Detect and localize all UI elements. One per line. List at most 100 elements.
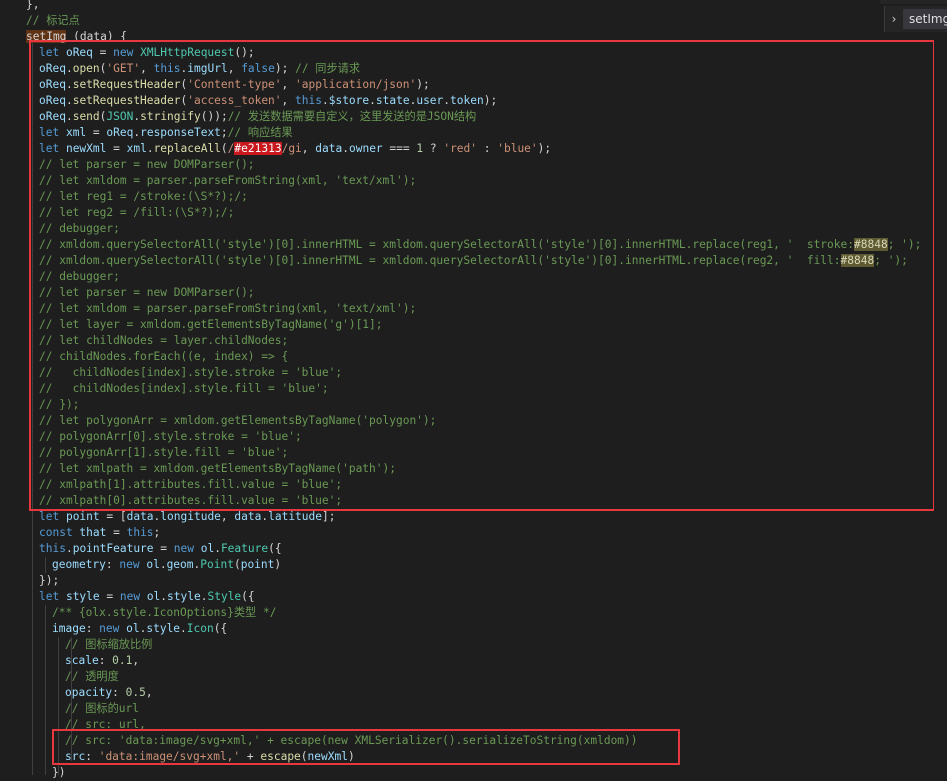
code-line[interactable]: // let xmldom = parser.parseFromString(x…: [39, 301, 416, 317]
code-line[interactable]: // let layer = xmldom.getElementsByTagNa…: [39, 317, 383, 333]
code-token: // let parser = new DOMParser();: [39, 158, 255, 171]
code-token: ; ');: [874, 254, 908, 267]
code-token: // childNodes[index].style.fill = 'blue'…: [39, 382, 329, 395]
code-line[interactable]: // xmlpath[0].attributes.fill.value = 'b…: [39, 493, 342, 509]
code-line[interactable]: // xmldom.querySelectorAll('style')[0].i…: [39, 253, 908, 269]
code-token: +: [240, 750, 261, 763]
code-line[interactable]: // let reg2 = /fill:(\S*?);/;: [39, 205, 234, 221]
code-token: /** {olx.style.IconOptions}类型 */: [52, 606, 277, 619]
code-token: .: [146, 142, 154, 155]
code-token: ;: [153, 526, 161, 539]
code-token: that: [79, 526, 107, 539]
code-line[interactable]: // childNodes[index].style.stroke = 'blu…: [39, 365, 342, 381]
code-token: new: [113, 46, 141, 59]
code-line[interactable]: // let polygonArr = xmldom.getElementsBy…: [39, 413, 436, 429]
code-line[interactable]: });: [39, 573, 59, 589]
code-line[interactable]: let point = [data.longitude, data.latitu…: [39, 509, 335, 525]
code-token: // 透明度: [65, 670, 119, 683]
code-token: // let reg1 = /stroke:(\S*?);/;: [39, 190, 248, 203]
code-token: // });: [39, 398, 80, 411]
code-line[interactable]: // });: [39, 397, 79, 413]
code-line[interactable]: opacity: 0.5,: [65, 685, 153, 701]
code-line[interactable]: // let childNodes = layer.childNodes;: [39, 333, 288, 349]
code-token: 0.5: [125, 686, 146, 699]
code-line[interactable]: // childNodes.forEach((e, index) => {: [39, 349, 288, 365]
code-line[interactable]: image: new ol.style.Icon({: [52, 621, 227, 637]
code-line[interactable]: // let parser = new DOMParser();: [39, 285, 255, 301]
breadcrumb[interactable]: › setImg: [884, 6, 947, 32]
code-line[interactable]: // let xmldom = parser.parseFromString(x…: [39, 173, 416, 189]
code-token: // 图标缩放比例: [65, 638, 153, 651]
code-line[interactable]: // 图标的url: [65, 701, 139, 717]
code-token: geom: [166, 558, 194, 571]
code-line[interactable]: // debugger;: [39, 221, 120, 237]
code-line[interactable]: geometry: new ol.geom.Point(point): [52, 557, 281, 573]
code-editor[interactable]: },// 标记点 setImg (data) {let oReq = new XM…: [0, 0, 935, 779]
code-line[interactable]: let xml = oReq.responseText;// 响应结果: [39, 125, 293, 141]
indent-guide: [45, 557, 46, 573]
code-line[interactable]: oReq.open('GET', this.imgUrl, false); //…: [39, 61, 360, 77]
code-line[interactable]: // polygonArr[1].style.fill = 'blue';: [39, 445, 288, 461]
code-line[interactable]: /** {olx.style.IconOptions}类型 */: [52, 605, 276, 621]
code-line[interactable]: // 图标缩放比例: [65, 637, 152, 653]
code-line[interactable]: // debugger;: [39, 269, 120, 285]
code-line[interactable]: // let parser = new DOMParser();: [39, 157, 255, 173]
code-line[interactable]: },: [26, 0, 39, 13]
code-token: :: [105, 558, 120, 571]
code-token: ;: [220, 126, 228, 139]
code-token: // polygonArr[1].style.fill = 'blue';: [39, 446, 289, 459]
code-line[interactable]: oReq.setRequestHeader('access_token', th…: [39, 93, 497, 109]
code-token: 0.1: [112, 654, 133, 667]
code-token: 'application/json': [295, 78, 417, 91]
code-token: ===: [382, 142, 417, 155]
code-token: let: [39, 142, 66, 155]
code-line[interactable]: // let xmlpath = xmldom.getElementsByTag…: [39, 461, 396, 477]
code-token: setRequestHeader: [72, 94, 181, 107]
chevron-right-icon[interactable]: ›: [885, 12, 903, 26]
code-token: .: [65, 94, 73, 107]
code-token: let: [39, 510, 66, 523]
code-token: // xmlpath[0].attributes.fill.value = 'b…: [39, 494, 343, 507]
code-token: new: [119, 590, 147, 603]
code-token: :: [85, 622, 100, 635]
code-line[interactable]: // 透明度: [65, 669, 119, 685]
code-line[interactable]: // src: 'data:image/svg+xml,' + escape(n…: [65, 733, 638, 749]
code-token: // let xmlpath = xmldom.getElementsByTag…: [39, 462, 396, 475]
code-line[interactable]: let oReq = new XMLHttpRequest();: [39, 45, 255, 61]
code-line[interactable]: // xmlpath[1].attributes.fill.value = 'b…: [39, 477, 342, 493]
code-line[interactable]: src: 'data:image/svg+xml,' + escape(newX…: [65, 749, 355, 765]
code-token: ,: [132, 654, 140, 667]
code-line[interactable]: let newXml = xml.replaceAll(/#e21313/gi,…: [39, 141, 551, 157]
code-line[interactable]: this.pointFeature = new ol.Feature({: [39, 541, 282, 557]
code-line[interactable]: // polygonArr[0].style.stroke = 'blue';: [39, 429, 302, 445]
code-token: // childNodes.forEach((e, index) => {: [39, 350, 289, 363]
code-token: // debugger;: [39, 222, 120, 235]
code-line[interactable]: oReq.setRequestHeader('Content-type', 'a…: [39, 77, 430, 93]
breadcrumb-symbol-label[interactable]: setImg: [903, 9, 947, 29]
code-token: responseText: [140, 126, 221, 139]
code-token: // let childNodes = layer.childNodes;: [39, 334, 289, 347]
code-token: // let polygonArr = xmldom.getElementsBy…: [39, 414, 437, 427]
code-token: // src: url,: [65, 718, 146, 731]
code-line[interactable]: setImg (data) {: [26, 29, 127, 45]
code-token: (: [300, 750, 308, 763]
code-line[interactable]: // src: url,: [65, 717, 146, 733]
code-token: $store: [328, 94, 370, 107]
code-line[interactable]: scale: 0.1,: [65, 653, 139, 669]
code-token: user: [416, 94, 444, 107]
code-line[interactable]: // xmldom.querySelectorAll('style')[0].i…: [39, 237, 921, 253]
code-token: .: [180, 622, 187, 635]
code-line[interactable]: }): [52, 765, 65, 781]
code-line[interactable]: // childNodes[index].style.fill = 'blue'…: [39, 381, 329, 397]
vertical-scrollbar[interactable]: [934, 36, 947, 775]
code-line[interactable]: // 标记点: [26, 13, 80, 29]
code-token: image: [52, 622, 86, 635]
code-line[interactable]: // let reg1 = /stroke:(\S*?);/;: [39, 189, 248, 205]
code-token: stringify: [140, 110, 201, 123]
code-line[interactable]: const that = this;: [39, 525, 160, 541]
code-line[interactable]: let style = new ol.style.Style({: [39, 589, 255, 605]
code-token: owner: [348, 142, 383, 155]
code-token: ({: [241, 590, 255, 603]
code-token: let: [39, 590, 66, 603]
code-line[interactable]: oReq.send(JSON.stringify());// 发送数据需要自定义…: [39, 109, 476, 125]
